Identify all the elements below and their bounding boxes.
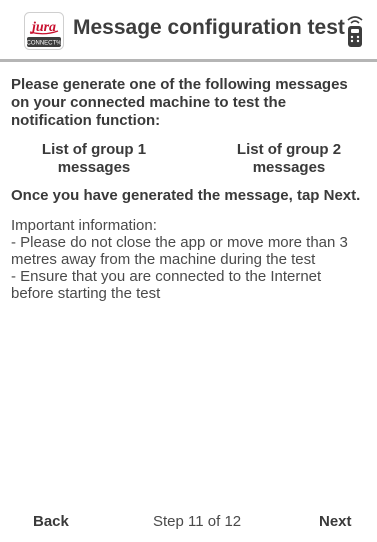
footer-nav: Back Step 11 of 12 Next	[0, 496, 377, 542]
info-title: Important information:	[11, 217, 157, 234]
important-information: Important information: - Please do not c…	[11, 217, 366, 302]
logo-sub-text: CONNECT%	[26, 41, 62, 47]
group-1-messages-link[interactable]: List of group 1 messages	[29, 141, 159, 177]
intro-text: Please generate one of the following mes…	[11, 76, 348, 129]
page-title: Message configuration test	[73, 16, 345, 39]
jura-connect-logo: jura CONNECT%	[24, 12, 64, 50]
info-line-internet: - Ensure that you are connected to the I…	[11, 268, 322, 302]
info-line-distance: - Please do not close the app or move mo…	[11, 234, 348, 268]
group-links: List of group 1 messages List of group 2…	[11, 141, 366, 177]
content-area: Please generate one of the following mes…	[0, 62, 377, 302]
next-instruction-text: Once you have generated the message, tap…	[11, 187, 361, 204]
step-indicator: Step 11 of 12	[153, 513, 242, 530]
screen: jura CONNECT% Message configuration test…	[0, 0, 377, 542]
back-button[interactable]: Back	[33, 513, 69, 530]
group-2-messages-link[interactable]: List of group 2 messages	[214, 141, 364, 177]
remote-control-icon[interactable]	[344, 14, 366, 48]
next-button[interactable]: Next	[319, 513, 352, 530]
header-bar: jura CONNECT% Message configuration test	[0, 0, 377, 62]
